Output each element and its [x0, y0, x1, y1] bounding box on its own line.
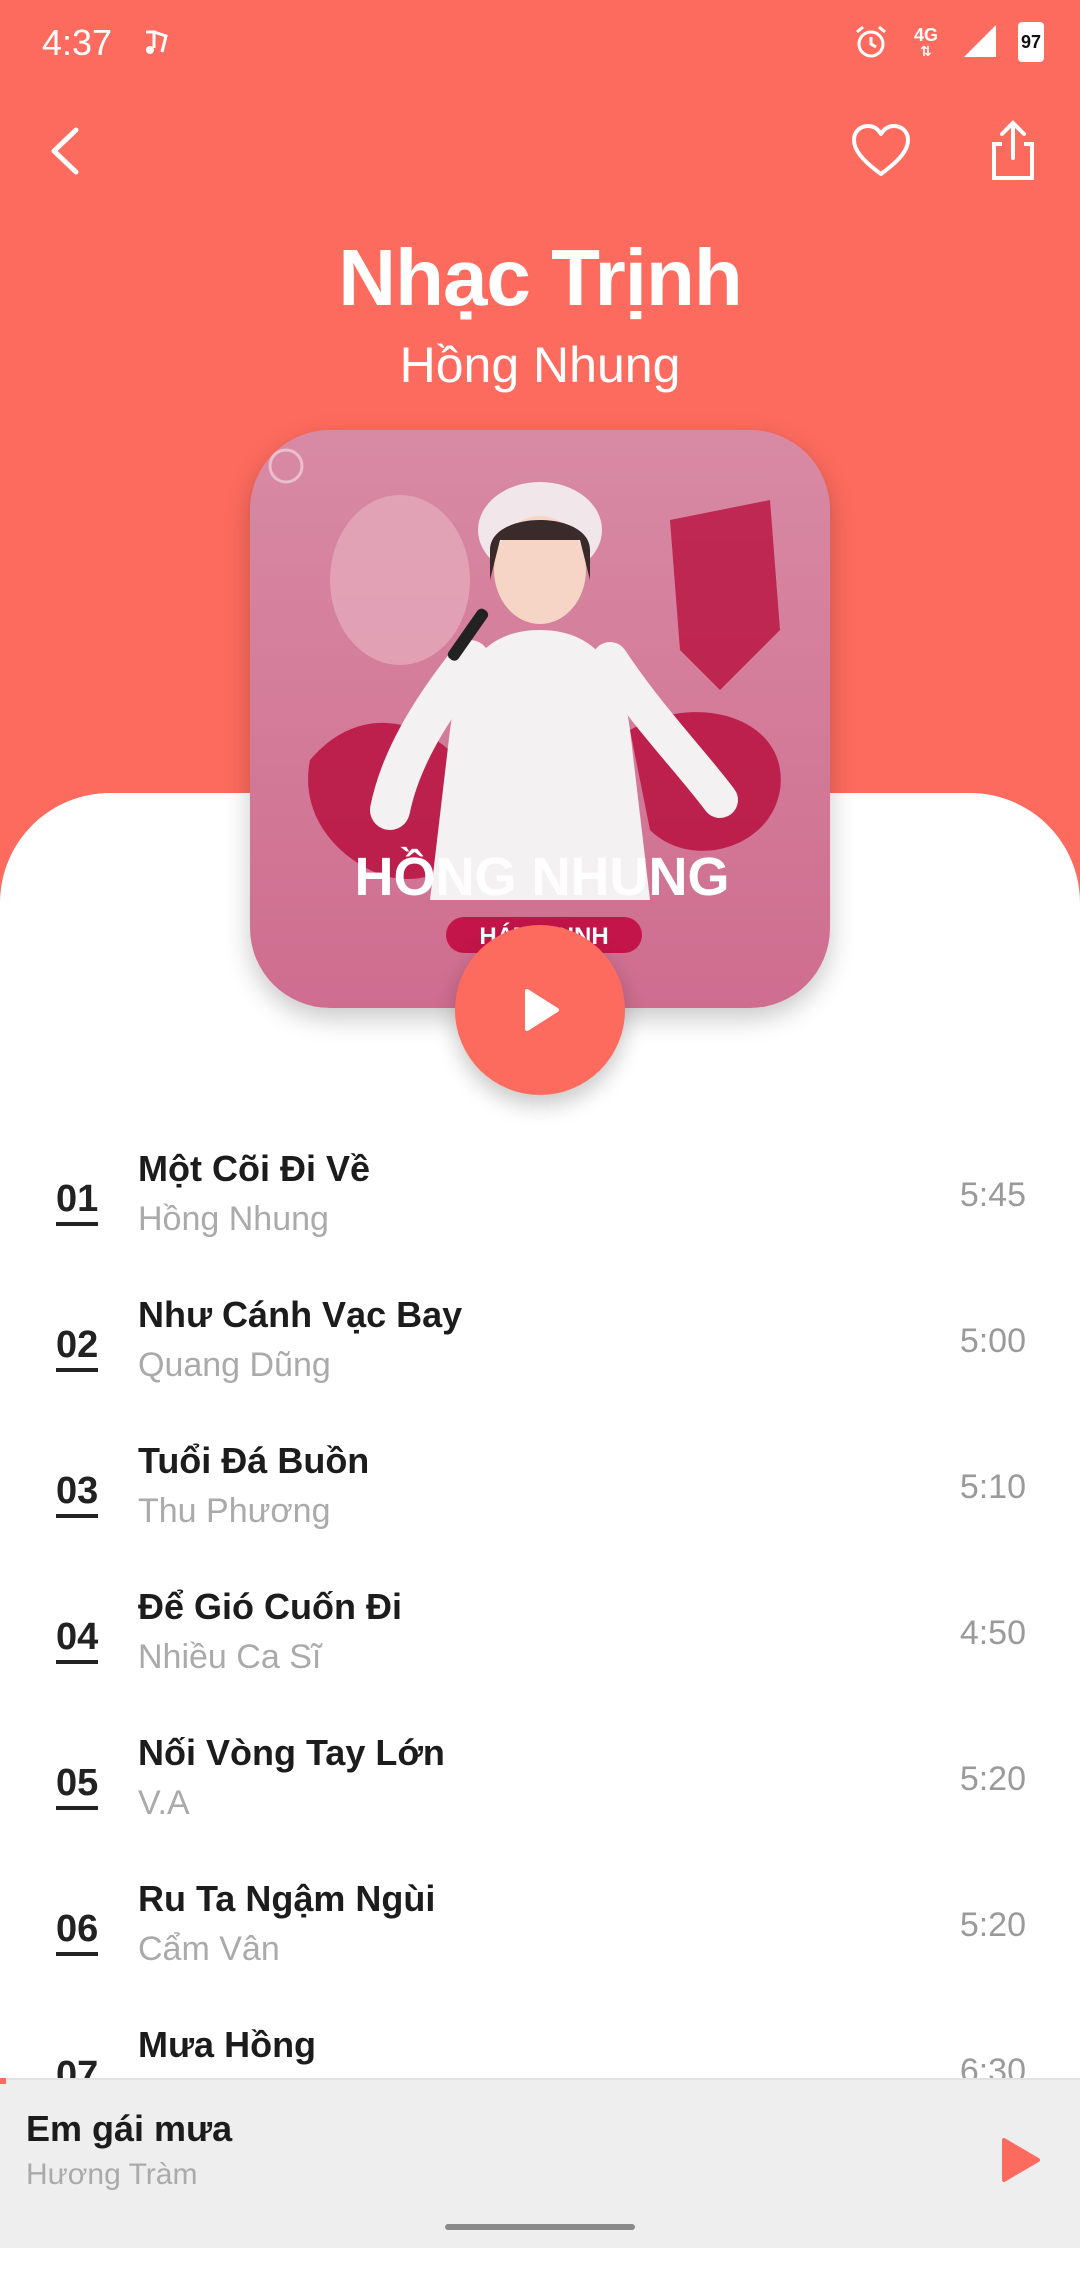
track-title: Để Gió Cuốn Đi	[138, 1586, 402, 1627]
track-duration: 4:50	[959, 1614, 1026, 1652]
cover-text: HỒNG NHUNG	[355, 847, 730, 907]
mini-play-icon[interactable]	[990, 2130, 1050, 2190]
track-row[interactable]: 04 Để Gió Cuốn Đi Nhiều Ca Sĩ 4:50	[0, 1566, 1080, 1712]
track-title: Ru Ta Ngậm Ngùi	[138, 1878, 436, 1919]
status-icons: 4G ⇅ 97	[852, 22, 1044, 62]
album-cover-image: HỒNG NHUNG HÁT TRỊNH	[250, 430, 830, 1008]
track-duration: 5:20	[959, 1906, 1026, 1944]
heart-outline-icon[interactable]	[848, 118, 914, 184]
back-icon[interactable]	[34, 118, 100, 184]
track-row[interactable]: 01 Một Cõi Đi Về Hồng Nhung 5:45	[0, 1128, 1080, 1274]
track-duration: 5:10	[959, 1468, 1026, 1506]
track-title: Như Cánh Vạc Bay	[138, 1294, 463, 1335]
track-artist: Cẩm Vân	[138, 1930, 280, 1968]
music-notification-icon	[146, 30, 168, 54]
track-title: Tuổi Đá Buồn	[138, 1440, 370, 1481]
share-icon[interactable]	[980, 118, 1046, 184]
page-subtitle: Hồng Nhung	[399, 337, 681, 393]
battery-level: 97	[1020, 31, 1042, 52]
track-number: 04	[56, 1616, 99, 1664]
track-number: 03	[56, 1470, 99, 1518]
play-icon	[525, 989, 559, 1031]
track-number: 06	[56, 1908, 99, 1956]
track-row[interactable]: 06 Ru Ta Ngậm Ngùi Cẩm Vân 5:20	[0, 1858, 1080, 2004]
track-title: Mưa Hồng	[138, 2024, 317, 2065]
track-row[interactable]: 02 Như Cánh Vạc Bay Quang Dũng 5:00	[0, 1274, 1080, 1420]
battery-icon: 97	[1018, 22, 1044, 62]
playback-progress	[0, 2078, 6, 2084]
status-time: 4:37	[42, 22, 113, 63]
track-row[interactable]: 05 Nối Vòng Tay Lớn V.A 5:20	[0, 1712, 1080, 1858]
track-artist: V.A	[138, 1784, 190, 1822]
track-title: Nối Vòng Tay Lớn	[138, 1732, 445, 1773]
track-duration: 5:20	[959, 1760, 1026, 1798]
track-number: 01	[56, 1178, 99, 1226]
now-playing-title: Em gái mưa	[26, 2108, 233, 2149]
play-all-button[interactable]	[455, 925, 625, 1095]
track-duration: 5:00	[959, 1322, 1026, 1360]
track-number: 02	[56, 1324, 99, 1372]
signal-icon	[964, 25, 996, 57]
track-row[interactable]: 03 Tuổi Đá Buồn Thu Phương 5:10	[0, 1420, 1080, 1566]
mini-player[interactable]: Em gái mưa Hương Tràm	[0, 2078, 1080, 2248]
track-artist: Quang Dũng	[138, 1346, 331, 1384]
track-number: 05	[56, 1762, 99, 1810]
track-artist: Thu Phương	[138, 1492, 331, 1530]
track-artist: Hồng Nhung	[138, 1200, 329, 1238]
page-title: Nhạc Trịnh	[338, 233, 742, 322]
alarm-icon	[856, 25, 886, 58]
home-indicator[interactable]	[445, 2224, 635, 2230]
track-list: 01 Một Cõi Đi Về Hồng Nhung 5:45 02 Như …	[0, 1128, 1080, 2150]
track-title: Một Cõi Đi Về	[138, 1148, 370, 1189]
now-playing-artist: Hương Tràm	[26, 2158, 198, 2191]
album-cover[interactable]: HỒNG NHUNG HÁT TRỊNH	[250, 430, 830, 1008]
track-artist: Nhiều Ca Sĩ	[138, 1638, 322, 1676]
network-type: 4G ⇅	[913, 25, 938, 59]
track-duration: 5:45	[959, 1176, 1026, 1214]
status-bar: 4:37 4G ⇅ 97	[0, 0, 1080, 90]
